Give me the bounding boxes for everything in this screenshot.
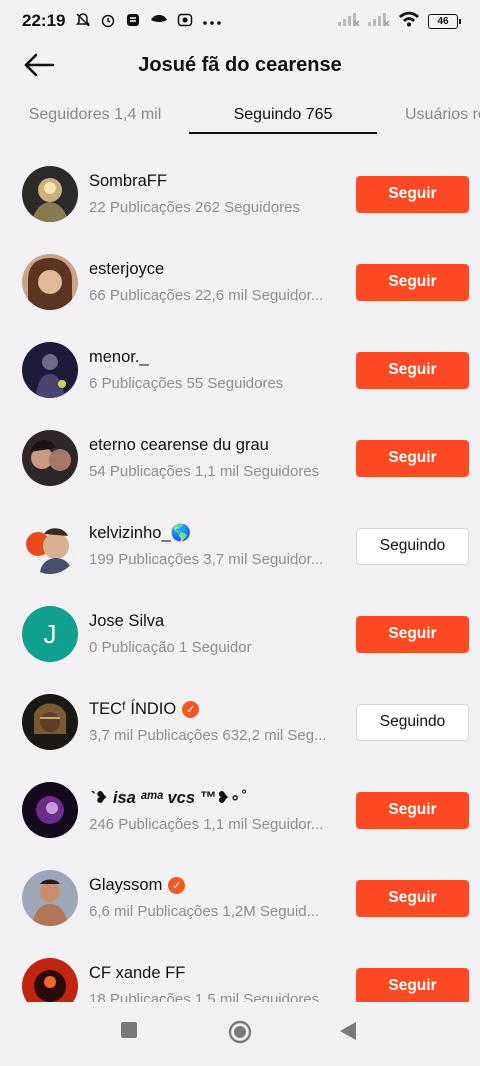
home-icon [228, 1020, 252, 1044]
tab-followers[interactable]: Seguidores 1,4 mil [28, 94, 162, 136]
verified-badge-icon: ✓ [182, 701, 200, 718]
tab-indicator [189, 132, 377, 134]
back-button[interactable] [20, 46, 58, 84]
status-bar: 22:19 46 [0, 0, 480, 42]
alarm-icon [100, 12, 116, 31]
user-name: menor._ [89, 348, 149, 366]
list-item[interactable]: Glayssom ✓ 6,6 mil Publicações 1,2M Segu… [0, 854, 480, 942]
list-item[interactable]: esterjoyce 66 Publicações 22,6 mil Segui… [0, 238, 480, 326]
follow-button[interactable]: Seguir [356, 879, 469, 917]
list-item[interactable]: menor._ 6 Publicações 55 Seguidores Segu… [0, 326, 480, 414]
avatar[interactable] [22, 430, 78, 486]
user-stats: 66 Publicações 22,6 mil Seguidor... [89, 287, 324, 304]
avatar[interactable] [22, 166, 78, 222]
user-name: CF xande FF [89, 964, 186, 982]
app-header: Josué fã do cearense [0, 42, 480, 88]
user-stats: 0 Publicação 1 Seguidor [89, 639, 252, 656]
verified-badge-icon: ✓ [168, 877, 186, 894]
list-item[interactable]: CF xande FF 18 Publicações 1,5 mil Segui… [0, 942, 480, 1002]
bell-off-icon [75, 12, 91, 31]
user-stats: 18 Publicações 1,5 mil Seguidores [89, 991, 320, 1002]
user-stats: 22 Publicações 262 Seguidores [89, 199, 300, 216]
home-button[interactable] [228, 1020, 252, 1049]
avatar[interactable] [22, 958, 78, 1002]
user-stats: 6,6 mil Publicações 1,2M Seguid... [89, 903, 320, 920]
following-list: SombraFF 22 Publicações 262 Seguidores S… [0, 150, 480, 1002]
battery-level: 46 [437, 15, 449, 27]
arrow-left-icon [24, 53, 55, 77]
follow-button[interactable]: Seguir [356, 967, 469, 1002]
user-name: kelvizinho_🌎 [89, 524, 192, 542]
user-stats: 246 Publicações 1,1 mil Seguidor... [89, 815, 324, 833]
user-name: ˋ❥ isa ᵃᵐᵃ vcs ™❥∘˚ [89, 788, 246, 807]
user-name: esterjoyce [89, 260, 165, 278]
avatar[interactable] [22, 782, 78, 838]
user-stats: 6 Publicações 55 Seguidores [89, 375, 284, 392]
user-name: Jose Silva [89, 612, 165, 630]
list-item[interactable]: kelvizinho_🌎 199 Publicações 3,7 mil Seg… [0, 502, 480, 590]
app-icon [125, 12, 141, 31]
avatar[interactable]: J [22, 606, 78, 662]
more-dots-icon [202, 14, 222, 29]
avatar-letter: J [43, 618, 57, 649]
list-item[interactable]: ˋ❥ isa ᵃᵐᵃ vcs ™❥∘˚ 246 Publicações 1,1 … [0, 766, 480, 854]
tab-label: Seguindo 765 [233, 106, 333, 123]
user-name: TECᶠ ÍNDIO [89, 700, 177, 718]
avatar[interactable] [22, 870, 78, 926]
following-button[interactable]: Seguindo [356, 703, 469, 741]
avatar[interactable] [22, 254, 78, 310]
user-name: eterno cearense du grau [89, 436, 269, 454]
list-item[interactable]: J Jose Silva 0 Publicação 1 Seguidor Seg… [0, 590, 480, 678]
back-nav-button[interactable] [340, 1022, 356, 1045]
follow-button[interactable]: Seguir [356, 615, 469, 653]
signal-icon [368, 11, 390, 31]
following-button[interactable]: Seguindo [356, 527, 469, 565]
follow-button[interactable]: Seguir [356, 351, 469, 389]
page-title: Josué fã do cearense [138, 53, 342, 76]
list-item[interactable]: TECᶠ ÍNDIO ✓ 3,7 mil Publicações 632,2 m… [0, 678, 480, 766]
media-icon [177, 12, 193, 31]
wifi-icon [398, 11, 420, 32]
status-time: 22:19 [22, 11, 66, 30]
follow-button[interactable]: Seguir [356, 263, 469, 301]
avatar[interactable] [22, 518, 78, 574]
user-name: Glayssom [89, 876, 163, 894]
notification-icons [75, 12, 222, 31]
follow-button[interactable]: Seguir [356, 439, 469, 477]
user-stats: 54 Publicações 1,1 mil Seguidores [89, 463, 320, 480]
user-stats: 199 Publicações 3,7 mil Seguidor... [89, 551, 324, 568]
eye-icon [150, 12, 168, 31]
tab-label: Seguidores 1,4 mil [28, 106, 162, 123]
tab-following[interactable]: Seguindo 765 [189, 94, 377, 136]
signal-icon [338, 11, 360, 31]
recent-apps-button[interactable] [121, 1022, 137, 1043]
back-icon [340, 1022, 356, 1040]
follow-button[interactable]: Seguir [356, 791, 469, 829]
user-name: SombraFF [89, 172, 167, 190]
battery-icon: 46 [428, 13, 461, 29]
tab-users[interactable]: Usuários re [405, 94, 480, 136]
list-item[interactable]: eterno cearense du grau 54 Publicações 1… [0, 414, 480, 502]
recent-apps-icon [121, 1022, 137, 1038]
avatar[interactable] [22, 694, 78, 750]
user-stats: 3,7 mil Publicações 632,2 mil Seg... [89, 727, 327, 744]
list-item[interactable]: SombraFF 22 Publicações 262 Seguidores S… [0, 150, 480, 238]
avatar[interactable] [22, 342, 78, 398]
follow-button[interactable]: Seguir [356, 175, 469, 213]
tab-label: Usuários re [405, 106, 480, 123]
system-nav-bar [0, 1002, 480, 1066]
